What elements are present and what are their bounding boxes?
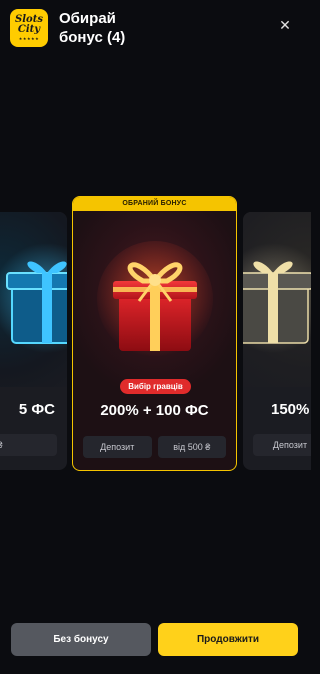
bonus-chips: Депозит від 500 ₴	[83, 436, 226, 458]
gift-art	[0, 212, 67, 387]
continue-button[interactable]: Продовжити	[158, 623, 298, 656]
deposit-chip: Депозит	[83, 436, 152, 458]
header: Slots City ★★★★★ Обирай бонус (4) ✕	[0, 0, 311, 52]
page-title: Обирай бонус (4)	[59, 10, 126, 46]
silver-gift-icon	[243, 243, 311, 353]
bonus-card-selected[interactable]: ОБРАНИЙ БОНУС Вибір гравців 200% + 100 Ф…	[72, 196, 237, 471]
logo-text: Slots City	[15, 14, 43, 35]
bonus-offer-text: 150%	[271, 401, 310, 418]
gift-art	[73, 211, 236, 386]
blue-gift-icon	[0, 243, 67, 353]
bonus-offer-text: 5 ФС	[18, 401, 55, 418]
bonus-chips: Депозит	[253, 434, 311, 456]
gift-art	[243, 212, 311, 387]
slots-city-logo: Slots City ★★★★★	[10, 9, 48, 47]
deposit-min-chip: від 500 ₴	[157, 436, 226, 458]
deposit-chip: Депозит	[253, 434, 311, 456]
bonus-chips: від 100 ₴	[0, 434, 57, 456]
deposit-min-chip: від 100 ₴	[0, 434, 57, 456]
bonus-picker-screen: Slots City ★★★★★ Обирай бонус (4) ✕ 5 ФС…	[0, 0, 311, 674]
red-gift-icon	[96, 241, 213, 357]
selected-bonus-banner: ОБРАНИЙ БОНУС	[73, 197, 236, 211]
bonus-offer-text: 200% + 100 ФС	[100, 402, 209, 419]
close-icon[interactable]: ✕	[276, 16, 294, 34]
logo-stars: ★★★★★	[18, 36, 40, 41]
players-choice-badge: Вибір гравців	[120, 379, 191, 394]
bonus-card-left[interactable]: 5 ФС від 100 ₴	[0, 212, 67, 470]
bonus-card-right[interactable]: 150% Депозит	[243, 212, 311, 470]
no-bonus-button[interactable]: Без бонусу	[11, 623, 151, 656]
